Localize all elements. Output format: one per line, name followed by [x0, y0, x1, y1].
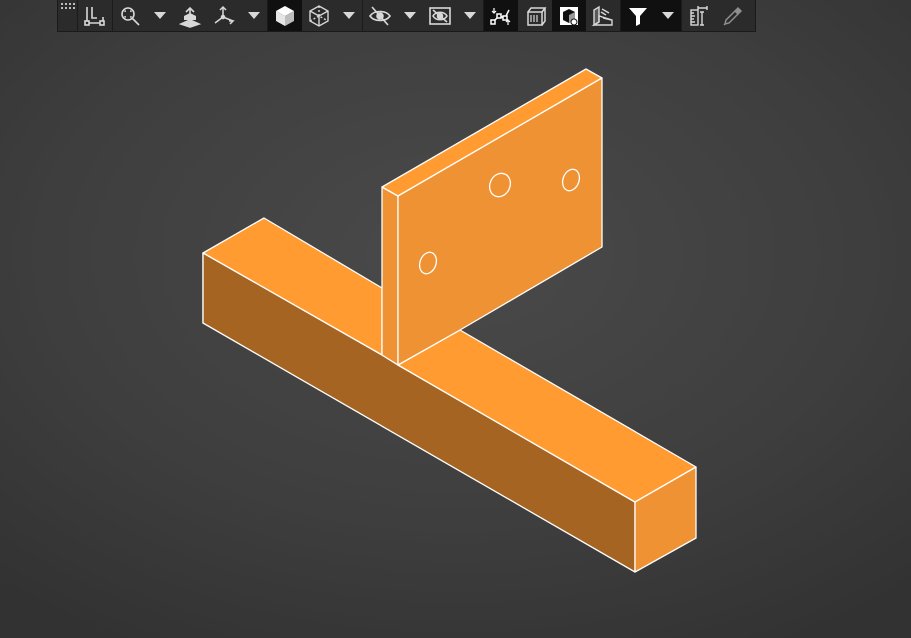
view-settings-button[interactable] — [423, 0, 457, 31]
shaded-display-button[interactable] — [268, 0, 302, 31]
chevron-down-icon — [154, 12, 166, 19]
chevron-down-icon — [662, 12, 674, 19]
color-picker-button[interactable] — [716, 0, 750, 31]
chevron-down-icon — [248, 12, 260, 19]
hide-show-icon — [369, 5, 391, 26]
measure-icon — [690, 5, 708, 26]
chevron-down-icon — [464, 12, 476, 19]
sketch-icon — [84, 6, 105, 26]
t-bracket-model[interactable] — [202, 68, 697, 573]
filter-group — [621, 0, 682, 31]
section-view-button[interactable] — [173, 0, 207, 31]
plate-edge-face[interactable] — [381, 186, 399, 366]
hide-show-button[interactable] — [363, 0, 397, 31]
view-toolbar — [57, 0, 756, 32]
sketch-button[interactable] — [78, 0, 112, 31]
selection-filter-icon — [629, 7, 647, 26]
zoom-fit-button[interactable] — [113, 0, 147, 31]
view-orientation-dropdown[interactable] — [241, 0, 267, 31]
toolbar-grip[interactable] — [58, 0, 78, 31]
measure-button[interactable] — [682, 0, 716, 31]
appearance-button[interactable] — [552, 0, 586, 31]
appearance-icon — [560, 6, 578, 25]
wireframe-display-button[interactable] — [302, 0, 336, 31]
scene-icon — [527, 6, 547, 26]
tools-group — [682, 0, 750, 31]
display-states-button[interactable] — [586, 0, 620, 31]
view-settings-dropdown[interactable] — [457, 0, 483, 31]
chevron-down-icon — [343, 12, 355, 19]
scene-button[interactable] — [518, 0, 552, 31]
display-style-dropdown[interactable] — [336, 0, 362, 31]
visibility-group — [363, 0, 484, 31]
selection-filter-button[interactable] — [621, 0, 655, 31]
toolbar-grip-icon — [60, 3, 75, 9]
display-style-group — [268, 0, 363, 31]
color-picker-icon — [723, 6, 743, 26]
sketch-group — [78, 0, 113, 31]
scene-group — [484, 0, 621, 31]
view-settings-icon — [429, 6, 451, 25]
zoom-fit-icon — [121, 6, 140, 26]
selection-filter-dropdown[interactable] — [655, 0, 681, 31]
zoom-dropdown[interactable] — [147, 0, 173, 31]
view-orientation-icon — [214, 5, 235, 25]
show-sketch-dimensions-icon — [490, 7, 511, 25]
display-states-icon — [591, 5, 613, 26]
model-viewport[interactable] — [0, 0, 911, 638]
show-sketch-dimensions-button[interactable] — [484, 0, 518, 31]
shaded-display-icon — [276, 5, 294, 26]
view-orientation-button[interactable] — [207, 0, 241, 31]
section-view-icon — [178, 6, 202, 28]
wireframe-display-icon — [309, 4, 329, 27]
chevron-down-icon — [404, 12, 416, 19]
zoom-group — [113, 0, 268, 31]
hide-show-dropdown[interactable] — [397, 0, 423, 31]
